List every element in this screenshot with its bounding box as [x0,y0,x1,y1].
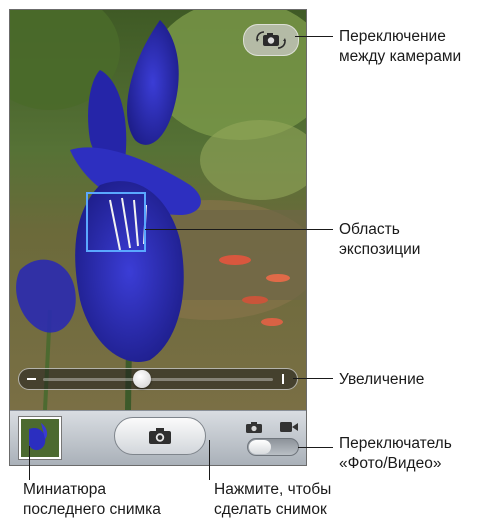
exposure-area-box [86,192,146,252]
callout-take-photo: Нажмите, чтобы сделать снимок [214,481,332,518]
callout-exposure-area: Область экспозиции [339,221,421,258]
zoom-out-icon[interactable] [27,378,36,380]
zoom-slider[interactable] [18,368,298,390]
callout-zoom: Увеличение [339,371,425,388]
leader-zoom [293,378,333,379]
camera-icon [149,428,171,444]
photo-video-toggle-knob[interactable] [249,440,271,454]
camera-toolbar [10,410,306,465]
callout-switch-camera: Переключение между камерами [339,28,462,65]
photo-mode-icon [246,422,262,433]
zoom-track [43,378,273,381]
leader-take-photo [209,440,210,480]
viewfinder[interactable] [10,10,306,410]
leader-switch-camera [295,36,333,37]
last-photo-thumbnail[interactable] [19,417,61,459]
shutter-button[interactable] [114,417,206,455]
leader-exposure [145,229,333,230]
zoom-slider-knob[interactable] [132,370,151,388]
callout-last-photo: Миниатюра последнего снимка [23,481,161,518]
photo-video-toggle[interactable] [247,438,299,456]
viewfinder-photo [10,10,306,410]
callout-mode-switch: Переключатель «Фото/Видео» [339,435,452,472]
camera-screen [9,9,307,466]
video-mode-icon [280,422,298,432]
leader-mode-switch [298,447,333,448]
camera-rotate-icon [256,31,286,49]
leader-last-photo [29,446,30,480]
switch-camera-button[interactable] [243,24,299,56]
thumbnail-image [21,419,59,457]
zoom-in-icon[interactable] [282,374,284,384]
